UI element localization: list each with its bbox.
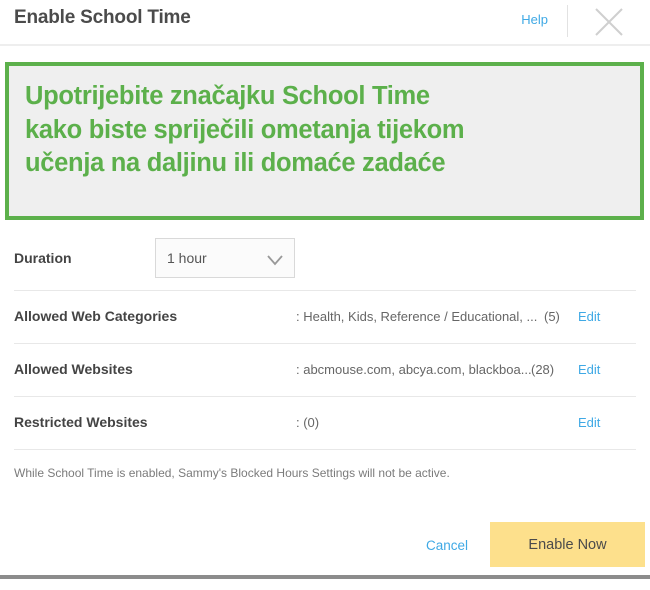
row-value: : (0)	[296, 415, 320, 430]
table-row: Restricted Websites : (0) Edit	[0, 397, 650, 449]
row-label: Allowed Web Categories	[14, 308, 178, 324]
header-rule	[0, 44, 650, 46]
cancel-button[interactable]: Cancel	[426, 538, 468, 553]
duration-selected-value: 1 hour	[167, 250, 207, 266]
dialog-header: Enable School Time Help	[0, 0, 650, 44]
promo-callout: Upotrijebite značajku School Time kako b…	[5, 62, 644, 220]
header-divider	[567, 5, 568, 37]
row-value: : abcmouse.com, abcya.com, blackboa...	[296, 362, 532, 377]
duration-label: Duration	[14, 250, 72, 266]
row-value: : Health, Kids, Reference / Educational,…	[296, 309, 538, 324]
promo-callout-text: Upotrijebite značajku School Time kako b…	[25, 82, 465, 178]
bottom-bar	[0, 575, 650, 579]
close-button[interactable]	[586, 0, 632, 44]
close-icon	[595, 8, 623, 36]
table-row: Allowed Websites : abcmouse.com, abcya.c…	[0, 344, 650, 396]
table-row: Allowed Web Categories : Health, Kids, R…	[0, 291, 650, 343]
chevron-down-icon	[267, 253, 283, 271]
row-count: (28)	[531, 362, 555, 377]
row-count: (5)	[544, 309, 560, 324]
footnote-text: While School Time is enabled, Sammy's Bl…	[14, 466, 450, 480]
page-title: Enable School Time	[14, 7, 191, 28]
edit-link[interactable]: Edit	[578, 309, 600, 324]
duration-dropdown[interactable]: 1 hour	[155, 238, 295, 278]
row-label: Restricted Websites	[14, 414, 148, 430]
edit-link[interactable]: Edit	[578, 415, 600, 430]
duration-row: Duration 1 hour	[0, 232, 650, 290]
row-label: Allowed Websites	[14, 361, 133, 377]
help-link[interactable]: Help	[521, 12, 548, 27]
enable-now-button[interactable]: Enable Now	[490, 522, 645, 567]
edit-link[interactable]: Edit	[578, 362, 600, 377]
row-divider	[14, 449, 636, 450]
